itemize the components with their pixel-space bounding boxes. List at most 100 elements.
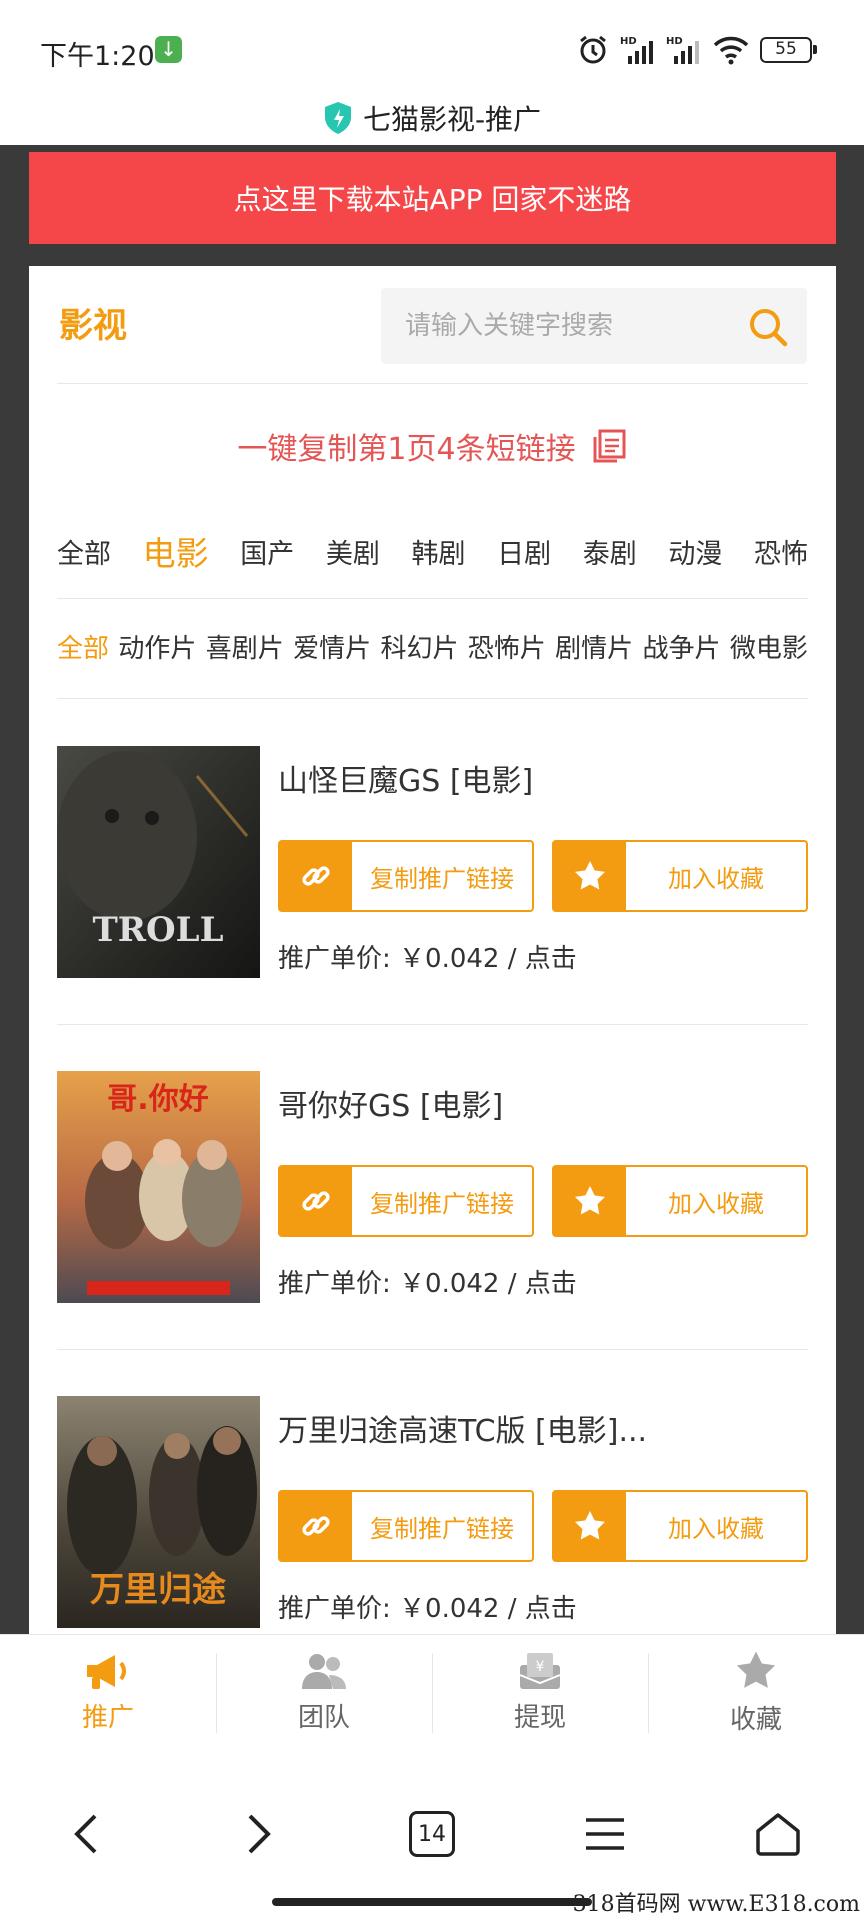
status-bar: 下午1:20 ↓ HD HD 55 xyxy=(0,0,864,100)
alarm-icon xyxy=(580,35,606,64)
chevron-left-icon xyxy=(74,1814,97,1854)
menu-icon xyxy=(585,1818,624,1850)
search-input[interactable] xyxy=(405,306,735,346)
divider xyxy=(57,383,808,384)
tab-thai-drama[interactable]: 泰剧 xyxy=(583,532,637,571)
list-item: TROLL 山怪巨魔GS [电影] 复制推广链接 加入收藏 推广单价: ￥0.0… xyxy=(57,746,808,978)
home-button[interactable] xyxy=(738,1794,818,1874)
link-icon xyxy=(302,1516,330,1536)
copy-link-button[interactable]: 复制推广链接 xyxy=(278,1165,534,1237)
nav-promote-label: 推广 xyxy=(81,1703,134,1733)
add-favorite-button[interactable]: 加入收藏 xyxy=(552,1490,808,1562)
withdraw-icon: ¥ xyxy=(519,1653,561,1689)
search-icon[interactable] xyxy=(747,306,789,348)
tabs-button[interactable]: 14 xyxy=(392,1794,472,1874)
download-app-banner[interactable]: 点这里下载本站APP 回家不迷路 xyxy=(29,152,836,244)
status-icons: HD HD 55 xyxy=(576,30,817,70)
team-icon xyxy=(302,1654,346,1689)
tab-all[interactable]: 全部 xyxy=(57,532,111,571)
copy-link-button[interactable]: 复制推广链接 xyxy=(278,1490,534,1562)
status-time: 下午1:20 xyxy=(40,41,155,72)
add-favorite-button[interactable]: 加入收藏 xyxy=(552,840,808,912)
watermark: 318首码网 www.E318.com xyxy=(572,1892,860,1917)
nav-withdraw-label: 提现 xyxy=(513,1703,566,1733)
battery-icon: 55 xyxy=(760,37,817,63)
subtab-drama[interactable]: 剧情片 xyxy=(555,628,633,665)
copy-all-label: 一键复制第1页4条短链接 xyxy=(237,432,576,467)
subtab-action[interactable]: 动作片 xyxy=(118,628,196,665)
item-title[interactable]: 哥你好GS [电影] xyxy=(278,1081,503,1125)
tab-japanese-drama[interactable]: 日剧 xyxy=(497,532,551,571)
poster-image[interactable]: 万里归途 xyxy=(57,1396,260,1628)
copy-link-label: 复制推广链接 xyxy=(370,1514,514,1543)
browser-toolbar: 14 318首码网 www.E318.com xyxy=(0,1750,864,1920)
list-item: 万里归途 万里归途高速TC版 [电影]... 复制推广链接 加入收藏 推广单价:… xyxy=(57,1396,808,1628)
main-card: 影视 一键复制第1页4条短链接 全部 电影 国产 美剧 韩剧 日剧 泰剧 动漫 … xyxy=(29,266,836,1636)
nav-promote[interactable]: 推广 xyxy=(0,1635,216,1750)
tab-anime[interactable]: 动漫 xyxy=(668,532,722,571)
subtab-micro-film[interactable]: 微电影 xyxy=(730,628,808,665)
wifi-icon xyxy=(713,36,749,65)
nav-withdraw[interactable]: ¥ 提现 xyxy=(432,1635,648,1750)
subtab-romance[interactable]: 爱情片 xyxy=(293,628,371,665)
subtab-scifi[interactable]: 科幻片 xyxy=(380,628,458,665)
copy-all-links-button[interactable]: 一键复制第1页4条短链接 xyxy=(29,416,836,476)
copy-link-label: 复制推广链接 xyxy=(370,864,514,893)
home-icon xyxy=(755,1813,800,1856)
menu-button[interactable] xyxy=(565,1794,645,1874)
poster-image[interactable]: TROLL xyxy=(57,746,260,978)
add-favorite-label: 加入收藏 xyxy=(668,1514,764,1543)
poster-image[interactable]: 哥.你好 xyxy=(57,1071,260,1303)
divider xyxy=(57,698,808,699)
divider xyxy=(57,598,808,599)
star-icon xyxy=(575,1186,605,1215)
price-text: 推广单价: ￥0.042 / 点击 xyxy=(278,1269,577,1299)
tab-domestic[interactable]: 国产 xyxy=(240,532,294,571)
brand-title: 影视 xyxy=(59,306,127,346)
star-icon xyxy=(575,861,605,890)
copy-icon xyxy=(593,429,626,463)
tab-movie[interactable]: 电影 xyxy=(143,527,209,575)
divider xyxy=(57,1349,808,1350)
subtab-all[interactable]: 全部 xyxy=(57,628,109,665)
category-tabs: 全部 电影 国产 美剧 韩剧 日剧 泰剧 动漫 恐怖 xyxy=(57,521,808,581)
subtab-horror[interactable]: 恐怖片 xyxy=(468,628,546,665)
poster-title-text: 万里归途 xyxy=(90,1570,226,1610)
nav-favorites-label: 收藏 xyxy=(729,1705,782,1735)
price-text: 推广单价: ￥0.042 / 点击 xyxy=(278,1594,577,1624)
divider xyxy=(57,1024,808,1025)
address-bar[interactable]: 七猫影视-推广 xyxy=(0,90,864,145)
add-favorite-button[interactable]: 加入收藏 xyxy=(552,1165,808,1237)
item-title[interactable]: 山怪巨魔GS [电影] xyxy=(278,756,533,800)
nav-favorites[interactable]: 收藏 xyxy=(648,1635,864,1750)
signal-1-icon: HD xyxy=(620,36,653,64)
forward-button[interactable] xyxy=(219,1794,299,1874)
svg-text:HD: HD xyxy=(666,36,683,47)
download-notification-icon: ↓ xyxy=(155,36,182,63)
copy-link-button[interactable]: 复制推广链接 xyxy=(278,840,534,912)
page-title: 七猫影视-推广 xyxy=(362,102,542,136)
star-icon xyxy=(736,1651,776,1688)
tab-horror[interactable]: 恐怖 xyxy=(754,532,808,571)
home-indicator[interactable] xyxy=(272,1898,592,1906)
list-item: 哥.你好 哥你好GS [电影] 复制推广链接 加入收藏 推广单价: ￥0.042… xyxy=(57,1071,808,1303)
megaphone-icon xyxy=(87,1655,126,1689)
chevron-right-icon xyxy=(248,1814,272,1854)
subtab-comedy[interactable]: 喜剧片 xyxy=(206,628,284,665)
tab-us-drama[interactable]: 美剧 xyxy=(326,532,380,571)
signal-2-icon: HD xyxy=(666,36,699,64)
tab-korean-drama[interactable]: 韩剧 xyxy=(412,532,466,571)
subtab-war[interactable]: 战争片 xyxy=(643,628,721,665)
svg-text:¥: ¥ xyxy=(536,1659,545,1675)
star-icon xyxy=(575,1511,605,1540)
poster-title-text: TROLL xyxy=(93,910,224,950)
price-text: 推广单价: ￥0.042 / 点击 xyxy=(278,944,577,974)
search-box[interactable] xyxy=(381,288,807,364)
back-button[interactable] xyxy=(46,1794,126,1874)
shield-icon xyxy=(324,101,351,134)
copy-link-label: 复制推广链接 xyxy=(370,1189,514,1218)
subcategory-tabs: 全部 动作片 喜剧片 爱情片 科幻片 恐怖片 剧情片 战争片 微电影 xyxy=(57,621,808,671)
nav-team[interactable]: 团队 xyxy=(216,1635,432,1750)
link-icon xyxy=(302,866,330,886)
item-title[interactable]: 万里归途高速TC版 [电影]... xyxy=(278,1406,647,1450)
